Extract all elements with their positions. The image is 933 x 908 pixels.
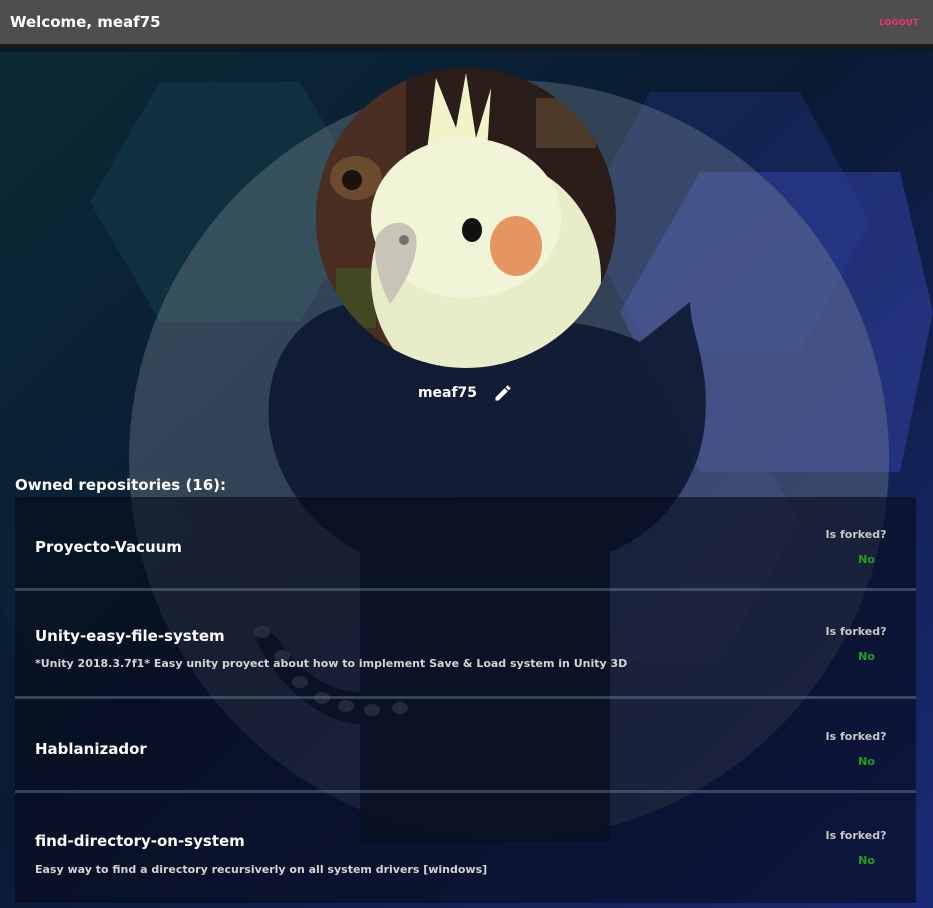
repo-description: Easy way to find a directory recursiverl…: [35, 863, 488, 876]
top-bar: Welcome, meaf75 LOGOUT: [0, 0, 933, 48]
username: meaf75: [417, 385, 478, 401]
repository-list: Proyecto-Vacuum Is forked? No Unity-easy…: [15, 497, 916, 903]
is-forked-value: No: [858, 553, 875, 566]
is-forked-label: Is forked?: [825, 528, 887, 541]
repo-name[interactable]: find-directory-on-system: [35, 832, 245, 850]
is-forked-label: Is forked?: [825, 730, 887, 743]
page: Welcome, meaf75 LOGOUT meaf75 Owned repo…: [0, 0, 933, 908]
profile-avatar: [316, 68, 616, 368]
username-row: meaf75: [0, 380, 933, 406]
repo-item[interactable]: Unity-easy-file-system *Unity 2018.3.7f1…: [15, 591, 916, 699]
repo-name[interactable]: Proyecto-Vacuum: [35, 538, 182, 556]
repo-item[interactable]: find-directory-on-system Easy way to fin…: [15, 793, 916, 903]
welcome-text: Welcome, meaf75: [10, 13, 161, 31]
repo-name[interactable]: Hablanizador: [35, 740, 147, 758]
owned-repositories-title: Owned repositories (16):: [15, 476, 227, 494]
repo-item[interactable]: Hablanizador Is forked? No: [15, 699, 916, 793]
cockatiel-avatar-image: [316, 68, 616, 368]
repo-description: *Unity 2018.3.7f1* Easy unity proyect ab…: [35, 657, 628, 670]
repo-item[interactable]: Proyecto-Vacuum Is forked? No: [15, 497, 916, 591]
repo-name[interactable]: Unity-easy-file-system: [35, 627, 225, 645]
is-forked-label: Is forked?: [825, 829, 887, 842]
is-forked-label: Is forked?: [825, 625, 887, 638]
logout-button[interactable]: LOGOUT: [879, 18, 919, 27]
edit-profile-button[interactable]: [491, 381, 515, 405]
pencil-icon: [495, 385, 511, 401]
is-forked-value: No: [858, 650, 875, 663]
is-forked-value: No: [858, 854, 875, 867]
is-forked-value: No: [858, 755, 875, 768]
